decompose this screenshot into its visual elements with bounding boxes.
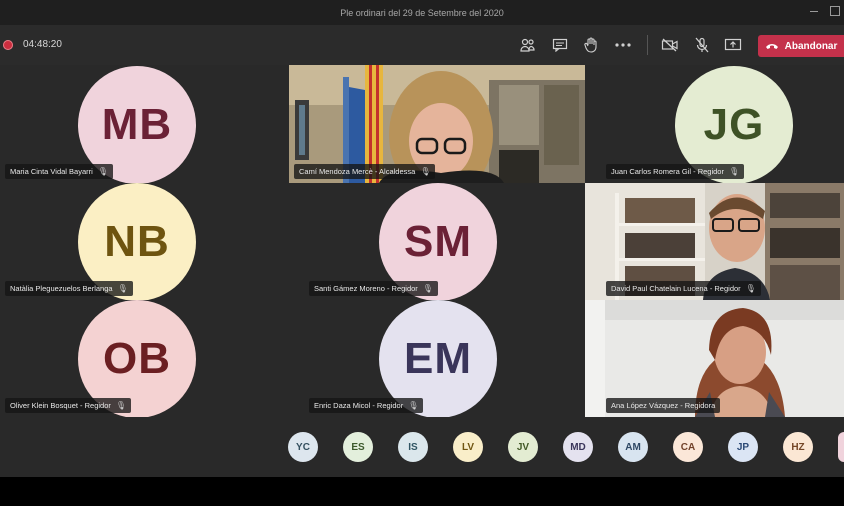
mic-off-icon: 🎙 (745, 284, 756, 293)
video-grid: MB Maria Cinta Vidal Bayarri 🎙 Camí Mend… (0, 65, 844, 417)
participant-tile[interactable]: Camí Mendoza Mercè - Alcaldessa 🎙 (289, 65, 585, 183)
recording-icon (3, 40, 13, 50)
mic-off-icon: 🎙 (408, 401, 419, 410)
participant-name: Maria Cinta Vidal Bayarri (10, 167, 93, 176)
participant-name: Juan Carlos Romera Gil - Regidor (611, 167, 724, 176)
participant-avatar[interactable]: CA (673, 432, 703, 462)
participant-tile[interactable]: MB Maria Cinta Vidal Bayarri 🎙 (0, 65, 289, 183)
mic-off-icon[interactable] (692, 36, 712, 54)
participant-tile[interactable]: David Paul Chatelain Lucena - Regidor 🎙 (585, 183, 844, 300)
participant-strip: YC ES IS LV JV MD AM CA JP HZ (0, 417, 844, 477)
participant-name: Natàlia Pleguezuelos Berlanga (10, 284, 113, 293)
participant-avatar[interactable]: AM (618, 432, 648, 462)
participant-name: David Paul Chatelain Lucena - Regidor (611, 284, 741, 293)
participant-name: Ana López Vázquez - Regidora (611, 401, 716, 410)
window-controls (810, 6, 840, 16)
participant-name-chip: Camí Mendoza Mercè - Alcaldessa 🎙 (294, 164, 436, 179)
mic-off-icon: 🎙 (728, 167, 740, 176)
participant-tile[interactable]: Ana López Vázquez - Regidora (585, 300, 844, 417)
mic-off-icon: 🎙 (115, 401, 127, 410)
participant-tile[interactable]: NB Natàlia Pleguezuelos Berlanga 🎙 (0, 183, 289, 300)
camera-off-icon[interactable] (660, 36, 680, 54)
leave-label: Abandonar (784, 40, 838, 52)
phone-icon (765, 44, 778, 49)
toolbar-divider (647, 35, 648, 55)
participants-icon[interactable] (518, 36, 538, 54)
participant-tile[interactable]: SM Santi Gámez Moreno - Regidor 🎙 (289, 183, 585, 300)
participant-name-chip: Oliver Klein Bosquet - Regidor 🎙 (5, 398, 132, 413)
more-icon[interactable] (613, 36, 633, 54)
participant-name-chip: Ana López Vázquez - Regidora (606, 398, 721, 413)
bottom-letterbox (0, 477, 844, 506)
participant-avatar[interactable]: IS (398, 432, 428, 462)
mic-off-icon: 🎙 (420, 167, 431, 176)
mic-off-icon: 🎙 (117, 284, 128, 293)
chat-icon[interactable] (550, 36, 570, 54)
participant-name-chip: Juan Carlos Romera Gil - Regidor 🎙 (606, 164, 745, 179)
participant-avatar[interactable]: YC (288, 432, 318, 462)
meeting-timer: 04:48:20 (23, 39, 62, 50)
minimize-icon[interactable] (810, 6, 818, 12)
participant-name-chip: Maria Cinta Vidal Bayarri 🎙 (5, 164, 113, 179)
window-title: Ple ordinari del 29 de Setembre del 2020 (340, 7, 504, 18)
participant-avatar[interactable]: LV (453, 432, 483, 462)
participant-avatar-overflow[interactable] (838, 432, 844, 462)
meeting-toolbar: 04:48:20 Abandonar (0, 25, 844, 65)
mic-off-icon: 🎙 (422, 284, 433, 293)
participant-avatar[interactable]: MD (563, 432, 593, 462)
raise-hand-icon[interactable] (581, 36, 601, 54)
maximize-icon[interactable] (830, 6, 840, 16)
participant-avatar[interactable]: JP (728, 432, 758, 462)
participant-avatar[interactable]: ES (343, 432, 373, 462)
title-bar: Ple ordinari del 29 de Setembre del 2020 (0, 0, 844, 25)
participant-avatar[interactable]: JV (508, 432, 538, 462)
participant-tile[interactable]: EM Enric Daza Micol - Regidor 🎙 (289, 300, 585, 417)
participant-name-chip: David Paul Chatelain Lucena - Regidor 🎙 (606, 281, 761, 296)
participant-name-chip: Santi Gámez Moreno - Regidor 🎙 (309, 281, 438, 296)
participant-name: Oliver Klein Bosquet - Regidor (10, 401, 111, 410)
participant-tile[interactable]: JG Juan Carlos Romera Gil - Regidor 🎙 (585, 65, 844, 183)
participant-avatar[interactable]: HZ (783, 432, 813, 462)
mic-off-icon: 🎙 (97, 167, 108, 176)
participant-name: Camí Mendoza Mercè - Alcaldessa (299, 167, 416, 176)
participant-name: Enric Daza Micol - Regidor (314, 401, 404, 410)
participant-name-chip: Enric Daza Micol - Regidor 🎙 (309, 398, 424, 413)
leave-button[interactable]: Abandonar (758, 35, 844, 57)
share-screen-icon[interactable] (723, 36, 743, 54)
participant-name: Santi Gámez Moreno - Regidor (314, 284, 418, 293)
participant-name-chip: Natàlia Pleguezuelos Berlanga 🎙 (5, 281, 133, 296)
participant-tile[interactable]: OB Oliver Klein Bosquet - Regidor 🎙 (0, 300, 289, 417)
